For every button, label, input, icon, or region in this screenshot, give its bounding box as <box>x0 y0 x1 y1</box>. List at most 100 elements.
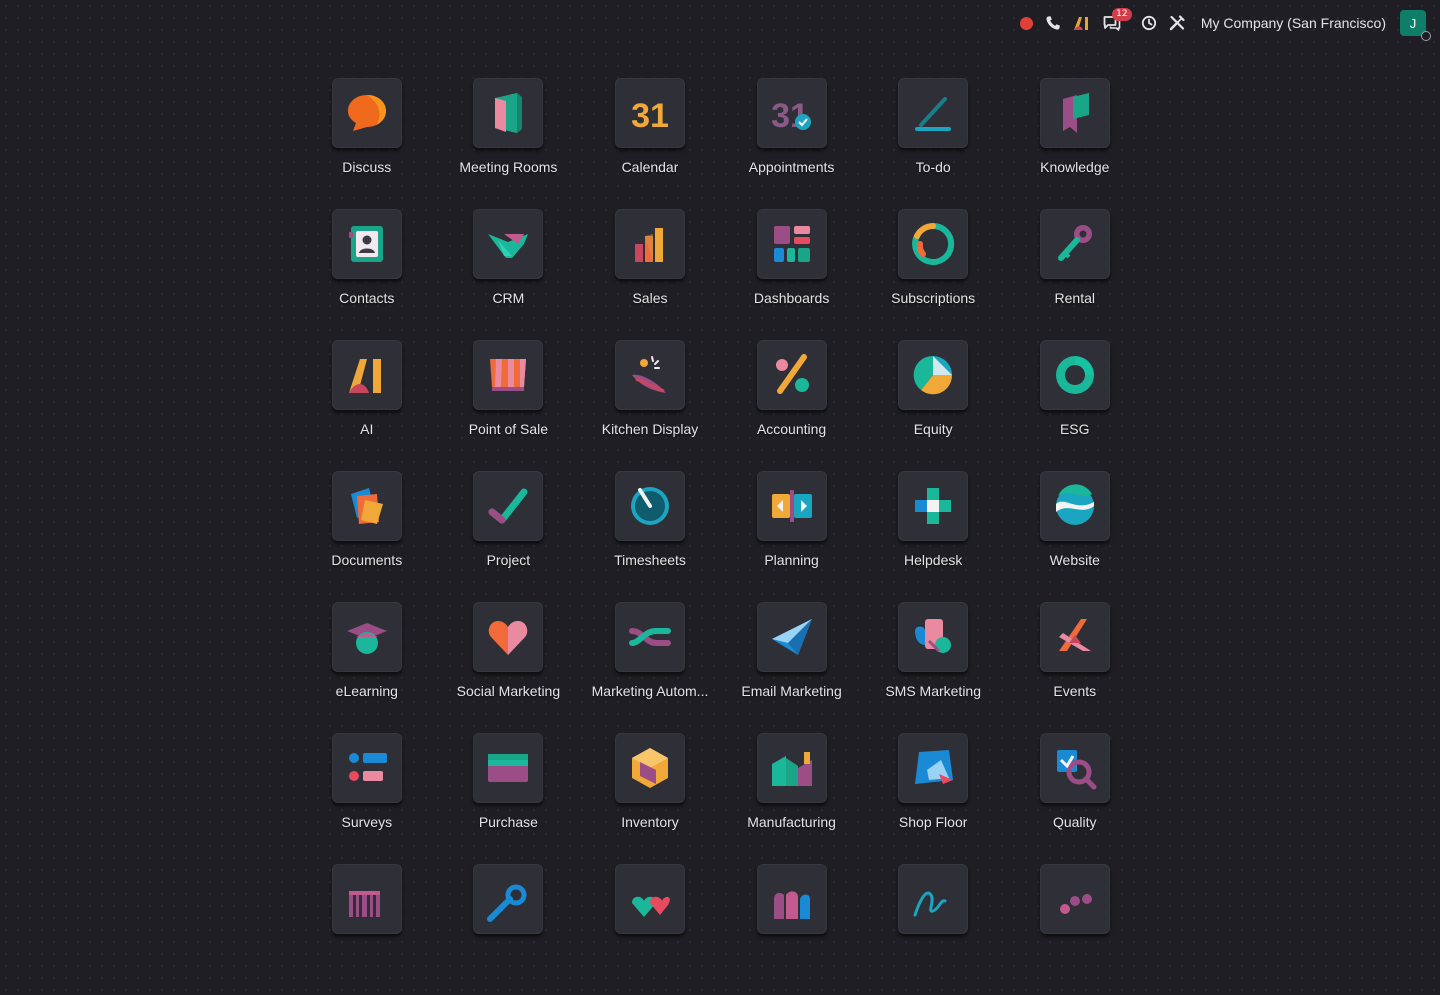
app-esg[interactable]: ESG <box>1004 340 1146 471</box>
app-barcode[interactable] <box>296 864 438 995</box>
app-tile[interactable] <box>473 209 544 279</box>
app-label: Events <box>1053 683 1097 699</box>
app-email-marketing[interactable]: Email Marketing <box>721 602 863 733</box>
phone-button[interactable] <box>1045 8 1061 38</box>
app-quality[interactable]: Quality <box>1004 733 1146 864</box>
app-social-marketing[interactable]: Social Marketing <box>438 602 580 733</box>
app-tile[interactable] <box>898 340 969 410</box>
app-shop-floor[interactable]: Shop Floor <box>862 733 1004 864</box>
app-tile[interactable]: 31 <box>756 78 827 148</box>
app-rental[interactable]: Rental <box>1004 209 1146 340</box>
app-tile[interactable] <box>756 733 827 803</box>
app-tile[interactable] <box>1039 471 1110 541</box>
app-project[interactable]: Project <box>438 471 580 602</box>
app-ai-app[interactable]: AI <box>296 340 438 471</box>
app-tile[interactable] <box>898 78 969 148</box>
app-meeting-rooms[interactable]: Meeting Rooms <box>438 78 580 209</box>
app-tile[interactable] <box>331 471 402 541</box>
app-tile[interactable] <box>331 78 402 148</box>
app-tile[interactable] <box>898 864 969 934</box>
app-tile[interactable]: 31 <box>614 78 685 148</box>
tools-button[interactable] <box>1169 8 1185 38</box>
app-tile[interactable] <box>1039 340 1110 410</box>
app-contacts[interactable]: Contacts <box>296 209 438 340</box>
app-manufacturing[interactable]: Manufacturing <box>721 733 863 864</box>
app-discuss[interactable]: Discuss <box>296 78 438 209</box>
app-subscriptions[interactable]: Subscriptions <box>862 209 1004 340</box>
app-tile[interactable] <box>614 340 685 410</box>
app-tile[interactable] <box>756 340 827 410</box>
app-tile[interactable] <box>473 864 544 934</box>
app-tile[interactable] <box>898 733 969 803</box>
app-tile[interactable] <box>1039 733 1110 803</box>
app-kitchen-display[interactable]: Kitchen Display <box>579 340 721 471</box>
app-tile[interactable] <box>756 864 827 934</box>
app-tile[interactable] <box>614 209 685 279</box>
app-employees[interactable] <box>579 864 721 995</box>
app-sales[interactable]: Sales <box>579 209 721 340</box>
app-knowledge[interactable]: Knowledge <box>1004 78 1146 209</box>
app-tile[interactable] <box>898 471 969 541</box>
app-website[interactable]: Website <box>1004 471 1146 602</box>
app-planning[interactable]: Planning <box>721 471 863 602</box>
user-avatar[interactable]: J <box>1400 10 1431 41</box>
app-tile[interactable] <box>473 78 544 148</box>
app-equity[interactable]: Equity <box>862 340 1004 471</box>
app-tile[interactable] <box>614 602 685 672</box>
app-documents[interactable]: Documents <box>296 471 438 602</box>
app-tile[interactable] <box>331 209 402 279</box>
app-label: Discuss <box>342 159 392 175</box>
ai-button[interactable] <box>1073 8 1091 38</box>
app-label: Calendar <box>621 159 679 175</box>
app-timesheets[interactable]: Timesheets <box>579 471 721 602</box>
app-dashboards[interactable]: Dashboards <box>721 209 863 340</box>
app-tile[interactable] <box>331 602 402 672</box>
app-maintenance[interactable] <box>438 864 580 995</box>
app-marketing-automation[interactable]: Marketing Autom... <box>579 602 721 733</box>
app-appointments[interactable]: 31 Appointments <box>721 78 863 209</box>
app-tile[interactable] <box>614 733 685 803</box>
messages-button[interactable]: 12 <box>1103 8 1132 38</box>
app-tile[interactable] <box>756 471 827 541</box>
company-switcher[interactable]: My Company (San Francisco) <box>1201 15 1386 31</box>
app-tile[interactable] <box>756 209 827 279</box>
app-todo[interactable]: To-do <box>862 78 1004 209</box>
app-tile[interactable] <box>1039 864 1110 934</box>
app-tile[interactable] <box>331 864 402 934</box>
app-surveys[interactable]: Surveys <box>296 733 438 864</box>
app-accounting[interactable]: Accounting <box>721 340 863 471</box>
app-recruitment[interactable] <box>1004 864 1146 995</box>
app-sms-marketing[interactable]: SMS Marketing <box>862 602 1004 733</box>
app-tile[interactable] <box>331 733 402 803</box>
app-tile[interactable] <box>898 602 969 672</box>
app-inventory[interactable]: Inventory <box>579 733 721 864</box>
app-tile[interactable] <box>614 471 685 541</box>
app-calendar[interactable]: 31 Calendar <box>579 78 721 209</box>
app-tile[interactable] <box>473 340 544 410</box>
app-tile[interactable] <box>331 340 402 410</box>
app-attendances[interactable] <box>721 864 863 995</box>
app-helpdesk[interactable]: Helpdesk <box>862 471 1004 602</box>
app-label: Subscriptions <box>891 290 976 306</box>
app-tile[interactable] <box>756 602 827 672</box>
app-label: Documents <box>331 552 403 568</box>
app-tile[interactable] <box>473 733 544 803</box>
app-events[interactable]: Events <box>1004 602 1146 733</box>
app-crm[interactable]: CRM <box>438 209 580 340</box>
inventory-icon <box>631 748 668 788</box>
app-tile[interactable] <box>1039 78 1110 148</box>
app-signature[interactable] <box>862 864 1004 995</box>
recording-indicator[interactable] <box>1019 8 1033 38</box>
app-tile[interactable] <box>614 864 685 934</box>
barcode-icon <box>348 891 380 917</box>
app-tile[interactable] <box>473 602 544 672</box>
app-tile[interactable] <box>1039 209 1110 279</box>
project-icon <box>488 488 528 524</box>
app-elearning[interactable]: eLearning <box>296 602 438 733</box>
app-tile[interactable] <box>898 209 969 279</box>
app-point-of-sale[interactable]: Point of Sale <box>438 340 580 471</box>
app-tile[interactable] <box>473 471 544 541</box>
activities-button[interactable] <box>1141 8 1157 38</box>
app-purchase[interactable]: Purchase <box>438 733 580 864</box>
app-tile[interactable] <box>1039 602 1110 672</box>
